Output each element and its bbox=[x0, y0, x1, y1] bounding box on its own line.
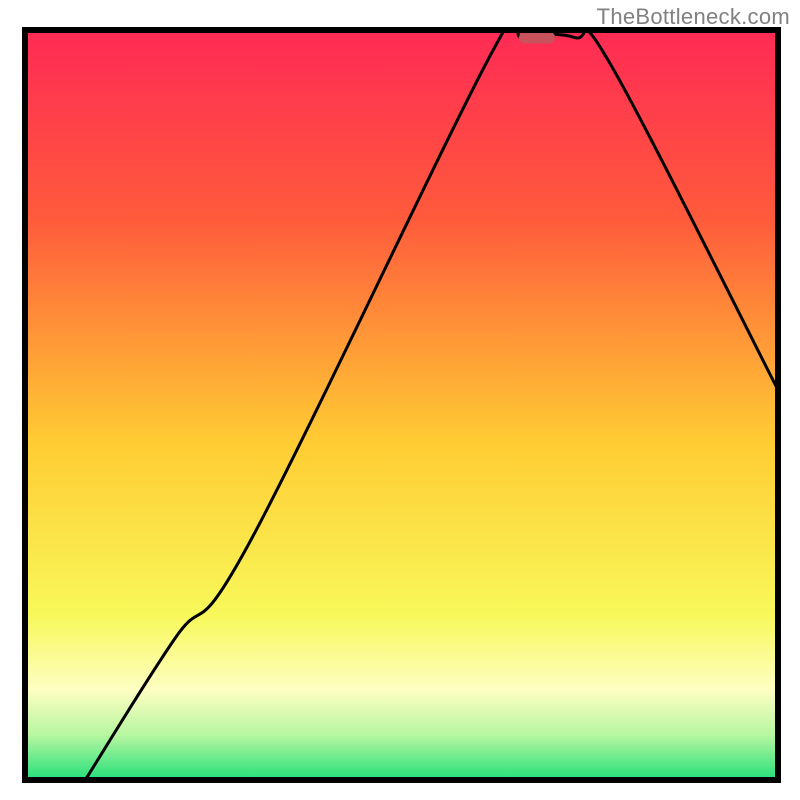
chart-frame: TheBottleneck.com bbox=[0, 0, 800, 800]
chart-svg bbox=[0, 0, 800, 800]
gradient-background bbox=[25, 30, 778, 780]
watermark-text: TheBottleneck.com bbox=[597, 4, 790, 30]
sweet-spot-marker bbox=[519, 32, 555, 44]
